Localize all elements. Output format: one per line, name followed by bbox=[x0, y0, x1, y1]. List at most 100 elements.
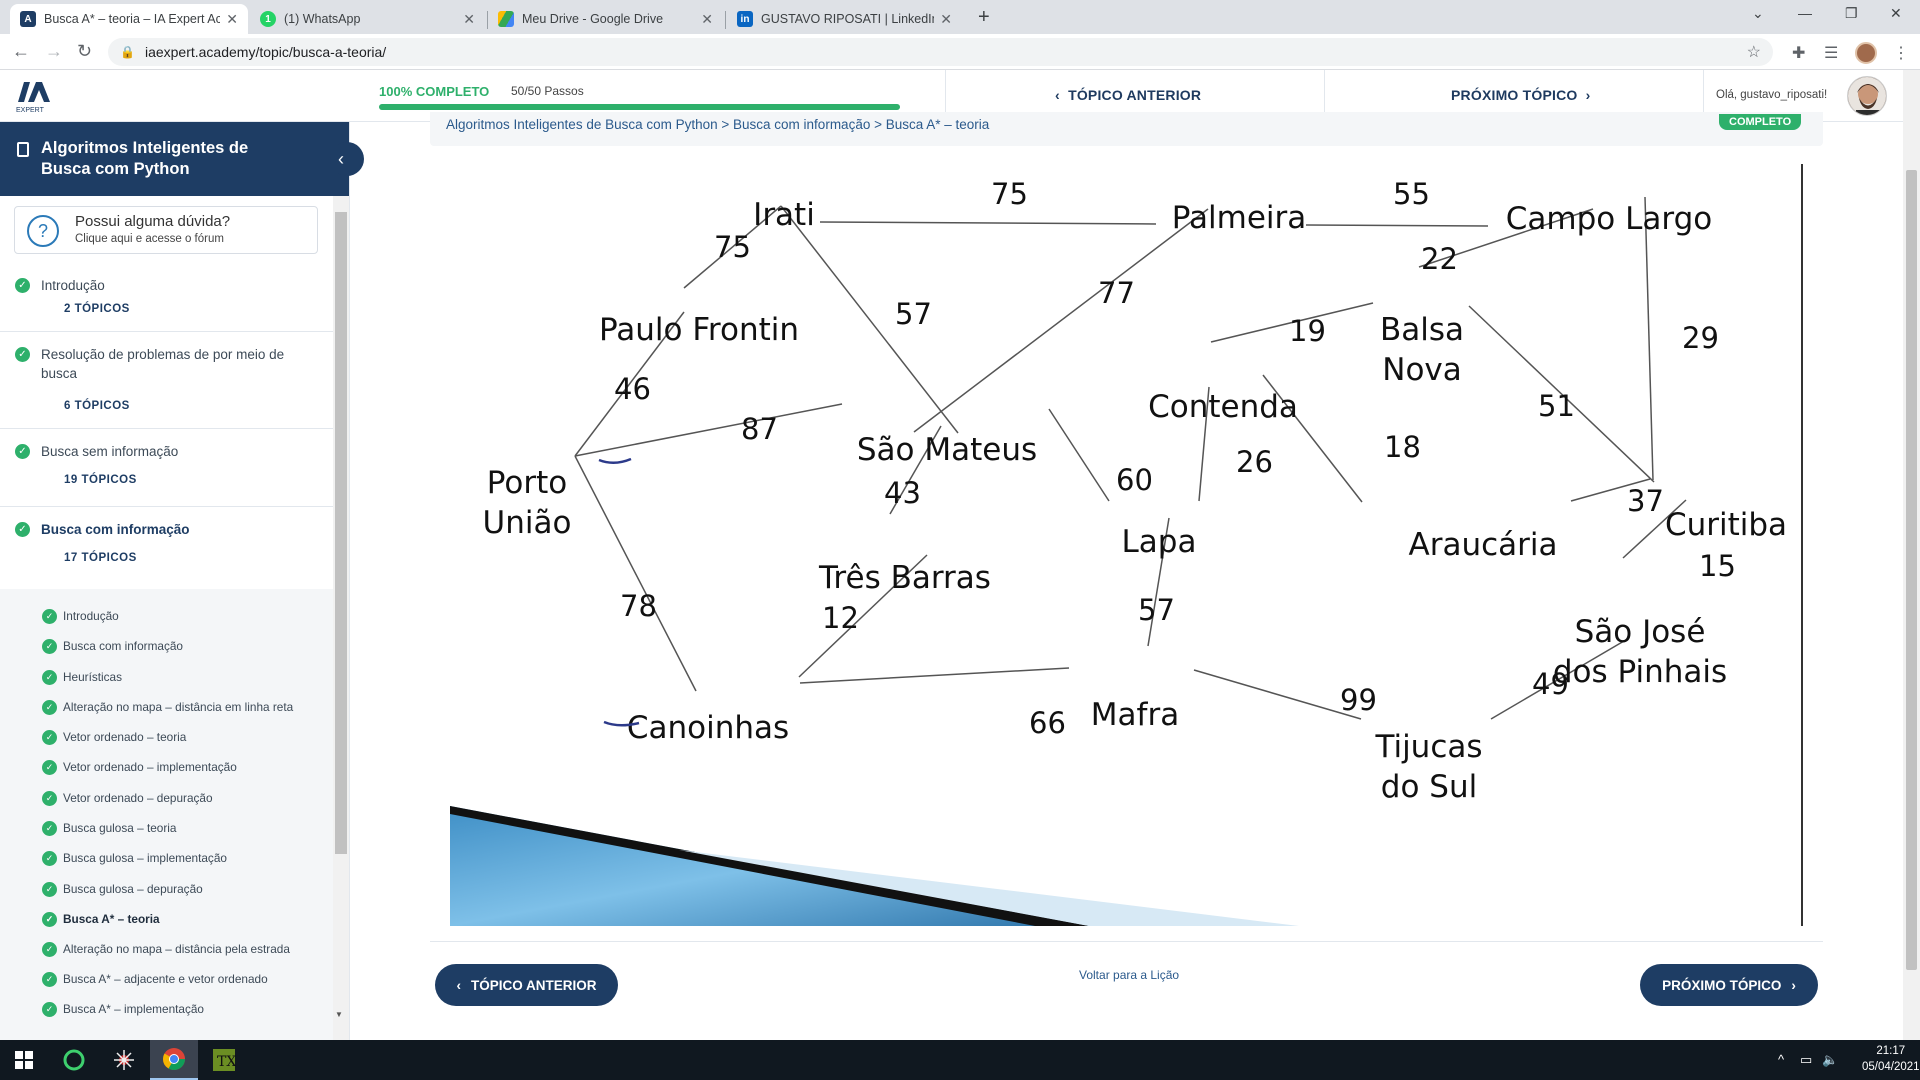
lesson-topic-count[interactable]: 2 TÓPICOS bbox=[64, 303, 130, 315]
tray-chevron-icon[interactable]: ^ bbox=[1778, 1052, 1784, 1067]
course-title[interactable]: Algoritmos Inteligentes de Busca com Pyt… bbox=[41, 138, 301, 180]
lesson-topic-count[interactable]: 6 TÓPICOS bbox=[64, 400, 130, 412]
close-window-icon[interactable]: ✕ bbox=[1890, 5, 1902, 22]
lesson-title: Introdução bbox=[41, 278, 105, 293]
whatsapp-icon: 1 bbox=[260, 11, 276, 27]
topic-item[interactable]: ✓ Busca A* – implementação bbox=[42, 1000, 204, 1018]
topic-item[interactable]: ✓ Vetor ordenado – depuração bbox=[42, 789, 213, 807]
distance-label: 75 bbox=[714, 230, 751, 264]
page-scrollbar-thumb[interactable] bbox=[1906, 170, 1917, 970]
forum-help-box[interactable]: ? Possui alguma dúvida? Clique aqui e ac… bbox=[14, 206, 318, 254]
header-next-topic[interactable]: PRÓXIMO TÓPICO › bbox=[1451, 87, 1591, 103]
scroll-down-icon[interactable]: ▼ bbox=[335, 1010, 343, 1019]
topic-item[interactable]: ✓ Busca gulosa – teoria bbox=[42, 819, 176, 837]
lesson-busca-sem-informacao[interactable]: ✓ Busca sem informação 19 TÓPICOS bbox=[0, 430, 333, 507]
taskbar-app-spider[interactable] bbox=[100, 1040, 148, 1080]
menu-icon[interactable]: ⋮ bbox=[1893, 43, 1909, 63]
topic-item[interactable]: ✓ Busca gulosa – depuração bbox=[42, 880, 203, 898]
browser-tab-ia-expert[interactable]: A Busca A* – teoria – IA Expert Aca ✕ bbox=[10, 4, 248, 34]
close-tab-icon[interactable]: ✕ bbox=[940, 11, 952, 28]
distance-label: 51 bbox=[1538, 389, 1575, 423]
topic-item[interactable]: ✓ Busca gulosa – implementação bbox=[42, 849, 227, 867]
question-icon: ? bbox=[27, 215, 59, 247]
topic-list: ✓ Introdução ✓ Busca com informação ✓ Heurí… bbox=[0, 589, 333, 1040]
prev-topic-button[interactable]: ‹ TÓPICO ANTERIOR bbox=[435, 964, 618, 1006]
lesson-topic-count[interactable]: 19 TÓPICOS bbox=[64, 474, 137, 486]
header-prev-topic[interactable]: ‹ TÓPICO ANTERIOR bbox=[1055, 87, 1201, 103]
browser-tab-linkedin[interactable]: in GUSTAVO RIPOSATI | LinkedIn ✕ bbox=[727, 4, 962, 34]
collapse-sidebar-button[interactable]: ‹ bbox=[330, 142, 364, 176]
tab-search-icon[interactable]: ⌄ bbox=[1752, 5, 1764, 22]
latex-app-icon: TX bbox=[213, 1049, 236, 1071]
progress-bar bbox=[379, 104, 900, 110]
taskbar-app-green[interactable]: TX bbox=[200, 1040, 248, 1080]
topic-label: Busca A* – adjacente e vetor ordenado bbox=[63, 972, 268, 986]
lesson-topic-count[interactable]: 17 TÓPICOS bbox=[64, 552, 137, 564]
topic-item[interactable]: ✓ Heurísticas bbox=[42, 668, 122, 686]
road-campo-largo-curitiba bbox=[1644, 196, 1654, 481]
user-photo bbox=[1848, 77, 1886, 115]
topic-item[interactable]: ✓ Vetor ordenado – teoria bbox=[42, 728, 186, 746]
close-tab-icon[interactable]: ✕ bbox=[701, 11, 713, 28]
next-topic-button[interactable]: PRÓXIMO TÓPICO › bbox=[1640, 964, 1818, 1006]
topic-label: Busca gulosa – teoria bbox=[63, 821, 177, 835]
forward-icon[interactable]: → bbox=[45, 41, 63, 62]
distance-label: 57 bbox=[895, 297, 932, 331]
underline-mark bbox=[598, 457, 632, 464]
browser-tab-google-drive[interactable]: Meu Drive - Google Drive ✕ bbox=[488, 4, 723, 34]
lesson-busca-com-informacao[interactable]: ✓ Busca com informação 17 TÓPICOS bbox=[0, 508, 333, 589]
extensions-icon[interactable]: ✚ bbox=[1792, 43, 1805, 63]
restore-icon[interactable]: ❐ bbox=[1845, 5, 1858, 22]
reading-list-icon[interactable]: ☰ bbox=[1824, 43, 1838, 63]
city-label-curitiba: Curitiba bbox=[1665, 507, 1787, 543]
topic-item[interactable]: ✓ Busca A* – adjacente e vetor ordenado bbox=[42, 970, 268, 988]
windows-start-button[interactable] bbox=[0, 1040, 48, 1080]
progress-steps: 50/50 Passos bbox=[511, 84, 584, 98]
topic-item[interactable]: ✓ Busca com informação bbox=[42, 637, 183, 655]
system-clock[interactable]: 21:17 05/04/2021 bbox=[1862, 1043, 1920, 1075]
topic-item[interactable]: ✓ Alteração no mapa – distância em linha … bbox=[42, 698, 293, 716]
user-greeting[interactable]: Olá, gustavo_riposati! bbox=[1716, 89, 1827, 101]
lesson-resolucao-problemas[interactable]: ✓ Resolução de problemas de por meio de … bbox=[0, 333, 333, 429]
check-icon: ✓ bbox=[42, 729, 57, 745]
taskbar-app-circle[interactable] bbox=[50, 1040, 98, 1080]
topic-label: Vetor ordenado – depuração bbox=[63, 791, 213, 805]
back-icon[interactable]: ← bbox=[12, 41, 30, 62]
distance-label: 60 bbox=[1116, 463, 1153, 497]
breadcrumb[interactable]: Algoritmos Inteligentes de Busca com Pyt… bbox=[446, 117, 989, 132]
road-mafra-tijucas-do-sul bbox=[1193, 669, 1362, 720]
taskbar-app-chrome[interactable] bbox=[150, 1040, 198, 1080]
user-avatar[interactable] bbox=[1847, 76, 1887, 116]
topic-item[interactable]: ✓ Alteração no mapa – distância pela estr… bbox=[42, 940, 290, 958]
chevron-right-icon: › bbox=[1791, 977, 1796, 993]
topic-item-active[interactable]: ✓ Busca A* – teoria bbox=[42, 910, 160, 928]
browser-tab-whatsapp[interactable]: 1 (1) WhatsApp ✕ bbox=[250, 4, 485, 34]
topic-label: Vetor ordenado – teoria bbox=[63, 730, 187, 744]
linkedin-icon: in bbox=[737, 11, 753, 27]
road-sao-mateus-lapa bbox=[1048, 408, 1110, 502]
check-icon: ✓ bbox=[15, 278, 30, 293]
profile-avatar[interactable] bbox=[1855, 42, 1877, 64]
tab-title: Busca A* – teoria – IA Expert Aca bbox=[44, 12, 221, 26]
minimize-icon[interactable]: — bbox=[1798, 5, 1812, 21]
close-tab-icon[interactable]: ✕ bbox=[226, 11, 238, 28]
topic-item[interactable]: ✓ Vetor ordenado – implementação bbox=[42, 758, 237, 776]
tab-separator bbox=[725, 11, 726, 29]
back-to-lesson-link[interactable]: Voltar para a Lição bbox=[1079, 968, 1179, 982]
sidebar-scrollbar-thumb[interactable] bbox=[335, 212, 347, 854]
lesson-introducao[interactable]: ✓ Introdução 2 TÓPICOS bbox=[0, 268, 333, 332]
network-icon[interactable]: ▭ bbox=[1800, 1052, 1812, 1068]
distance-label: 15 bbox=[1699, 549, 1736, 583]
close-tab-icon[interactable]: ✕ bbox=[463, 11, 475, 28]
city-label-sao-jose-dos-pinhais: São José dos Pinhais bbox=[1553, 614, 1727, 690]
ia-expert-logo[interactable]: EXPERT bbox=[14, 78, 54, 114]
new-tab-button[interactable]: + bbox=[978, 6, 990, 29]
bookmark-star-icon[interactable]: ☆ bbox=[1747, 42, 1761, 62]
distance-label: 46 bbox=[614, 372, 651, 406]
volume-icon[interactable]: 🔈 bbox=[1822, 1052, 1838, 1068]
address-bar[interactable]: 🔒 iaexpert.academy/topic/busca-a-teoria/… bbox=[108, 38, 1773, 66]
reload-icon[interactable]: ↻ bbox=[77, 41, 92, 62]
next-topic-button-label: PRÓXIMO TÓPICO bbox=[1662, 977, 1782, 993]
topic-item[interactable]: ✓ Introdução bbox=[42, 607, 119, 625]
check-icon: ✓ bbox=[42, 941, 57, 957]
